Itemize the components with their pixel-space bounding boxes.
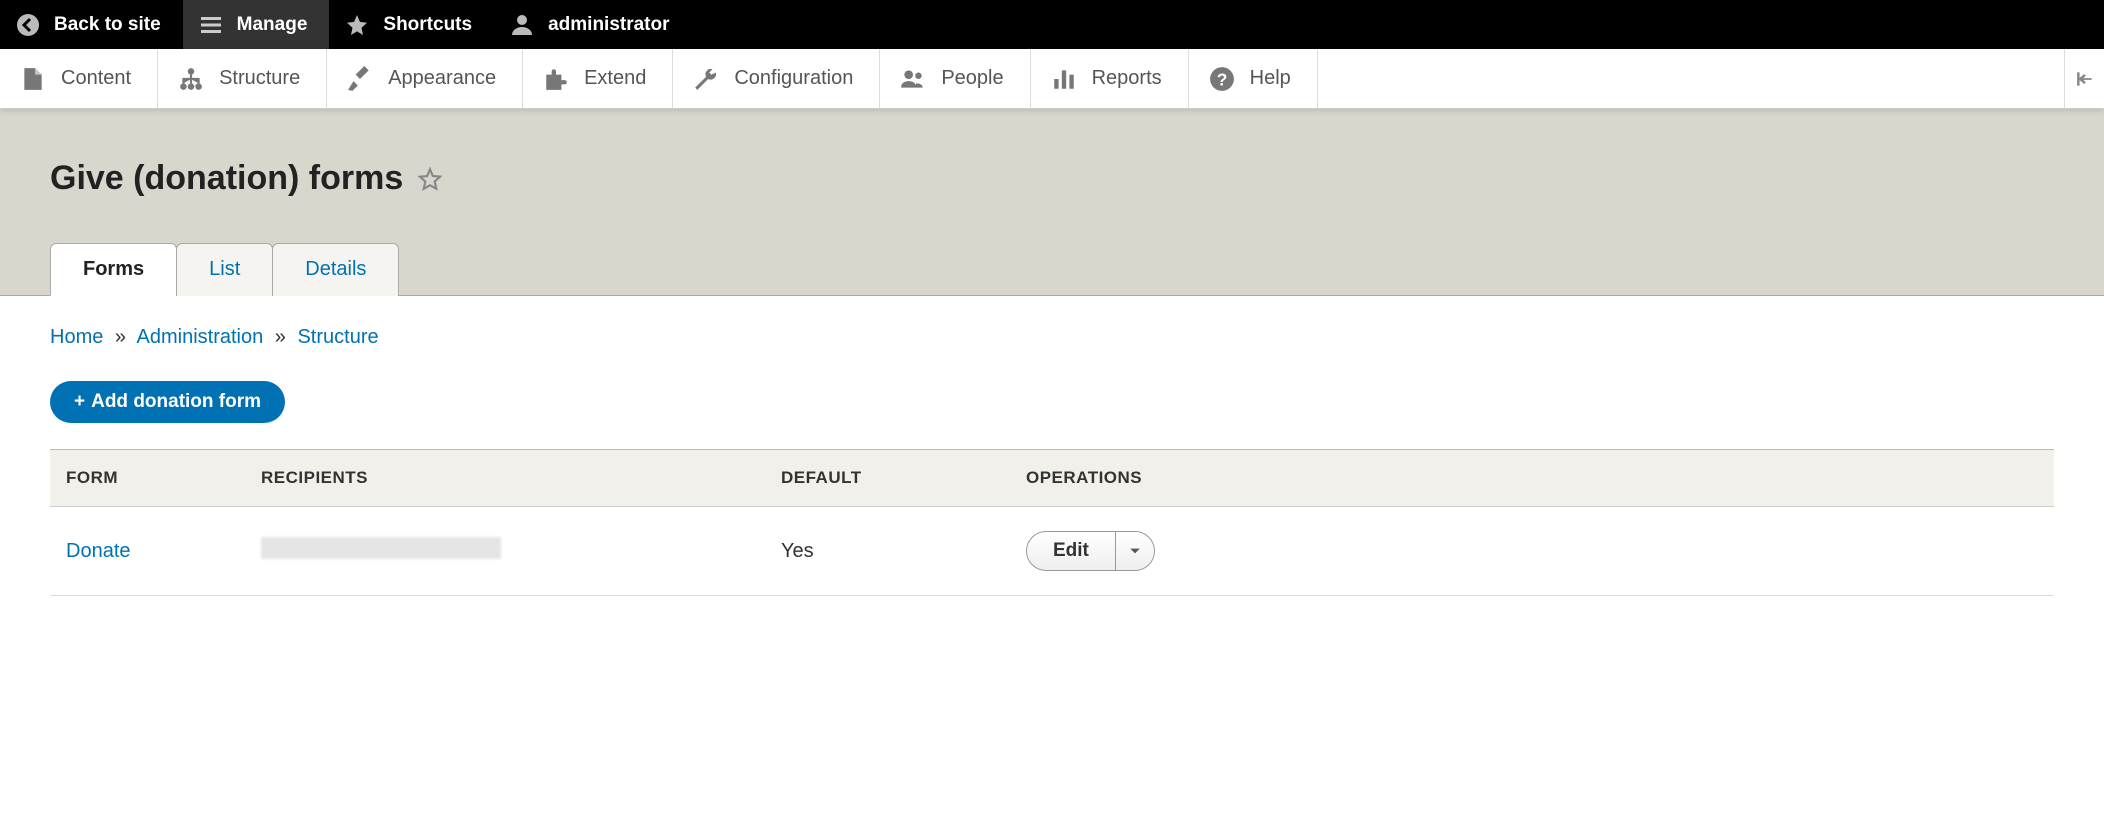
user-link[interactable]: administrator	[494, 0, 691, 49]
admin-menu-configuration-label: Configuration	[734, 67, 853, 90]
manage-link[interactable]: Manage	[183, 0, 330, 49]
add-donation-form-button[interactable]: + Add donation form	[50, 381, 285, 423]
admin-menu-appearance-label: Appearance	[388, 67, 496, 90]
page-header-region: Give (donation) forms Forms List Details	[0, 109, 2104, 296]
sitemap-icon	[178, 66, 204, 92]
document-icon	[20, 66, 46, 92]
tab-forms[interactable]: Forms	[50, 243, 177, 296]
manage-label: Manage	[237, 14, 308, 36]
wrench-icon	[693, 66, 719, 92]
back-to-site-label: Back to site	[54, 14, 161, 36]
primary-tabs: Forms List Details	[50, 242, 2054, 295]
admin-menu-extend[interactable]: Extend	[523, 49, 673, 108]
tab-details[interactable]: Details	[272, 243, 399, 296]
admin-menu-structure-label: Structure	[219, 67, 300, 90]
star-icon	[345, 13, 369, 37]
table-row: Donate Yes Edit	[50, 507, 2054, 596]
admin-menu-content-label: Content	[61, 67, 131, 90]
default-cell: Yes	[765, 507, 1010, 596]
breadcrumb-administration[interactable]: Administration	[137, 326, 264, 348]
page-title-text: Give (donation) forms	[50, 159, 403, 198]
admin-menu-people-label: People	[941, 67, 1003, 90]
back-to-site-link[interactable]: Back to site	[0, 0, 183, 49]
admin-menu-configuration[interactable]: Configuration	[673, 49, 880, 108]
bar-chart-icon	[1051, 66, 1077, 92]
admin-menu-people[interactable]: People	[880, 49, 1030, 108]
caret-down-icon	[1129, 545, 1141, 557]
add-donation-form-label: Add donation form	[91, 391, 261, 412]
plus-icon: +	[74, 391, 85, 412]
form-name-link[interactable]: Donate	[66, 540, 131, 562]
operations-cell: Edit	[1010, 507, 2054, 596]
hamburger-icon	[199, 13, 223, 37]
arrow-left-to-line-icon	[2075, 69, 2095, 89]
people-icon	[900, 66, 926, 92]
admin-menu-structure[interactable]: Structure	[158, 49, 327, 108]
breadcrumb: Home » Administration » Structure	[50, 326, 2054, 349]
col-header-operations: OPERATIONS	[1010, 450, 2054, 507]
favorite-star-icon[interactable]	[417, 166, 443, 192]
admin-menu-content[interactable]: Content	[0, 49, 158, 108]
operations-dropbutton: Edit	[1026, 531, 1155, 571]
breadcrumb-sep: »	[115, 326, 126, 348]
col-header-default: DEFAULT	[765, 450, 1010, 507]
toolbar: Back to site Manage Shortcuts administra…	[0, 0, 2104, 49]
col-header-form: FORM	[50, 450, 245, 507]
paintbrush-icon	[347, 66, 373, 92]
edit-button[interactable]: Edit	[1027, 532, 1116, 570]
breadcrumb-structure[interactable]: Structure	[297, 326, 378, 348]
recipients-cell	[245, 507, 765, 596]
breadcrumb-sep: »	[275, 326, 286, 348]
operations-toggle[interactable]	[1116, 532, 1154, 570]
content-region: Home » Administration » Structure + Add d…	[0, 296, 2104, 626]
col-header-recipients: RECIPIENTS	[245, 450, 765, 507]
breadcrumb-home[interactable]: Home	[50, 326, 103, 348]
shortcuts-link[interactable]: Shortcuts	[329, 0, 494, 49]
admin-menu-help-label: Help	[1250, 67, 1291, 90]
donation-forms-table: FORM RECIPIENTS DEFAULT OPERATIONS Donat…	[50, 449, 2054, 596]
admin-menu-extend-label: Extend	[584, 67, 646, 90]
tab-list[interactable]: List	[176, 243, 273, 296]
page-title: Give (donation) forms	[50, 159, 2054, 198]
admin-menu-reports-label: Reports	[1092, 67, 1162, 90]
user-icon	[510, 13, 534, 37]
collapse-toolbar-button[interactable]	[2064, 49, 2104, 108]
admin-menu: Content Structure Appearance Extend Conf…	[0, 49, 2104, 109]
shortcuts-label: Shortcuts	[383, 14, 472, 36]
admin-menu-reports[interactable]: Reports	[1031, 49, 1189, 108]
puzzle-icon	[543, 66, 569, 92]
admin-menu-appearance[interactable]: Appearance	[327, 49, 523, 108]
user-label: administrator	[548, 14, 669, 36]
admin-menu-help[interactable]: ? Help	[1189, 49, 1318, 108]
redacted-recipients	[261, 537, 501, 559]
chevron-left-circle-icon	[16, 13, 40, 37]
help-icon: ?	[1209, 66, 1235, 92]
table-header-row: FORM RECIPIENTS DEFAULT OPERATIONS	[50, 450, 2054, 507]
svg-text:?: ?	[1216, 69, 1227, 89]
